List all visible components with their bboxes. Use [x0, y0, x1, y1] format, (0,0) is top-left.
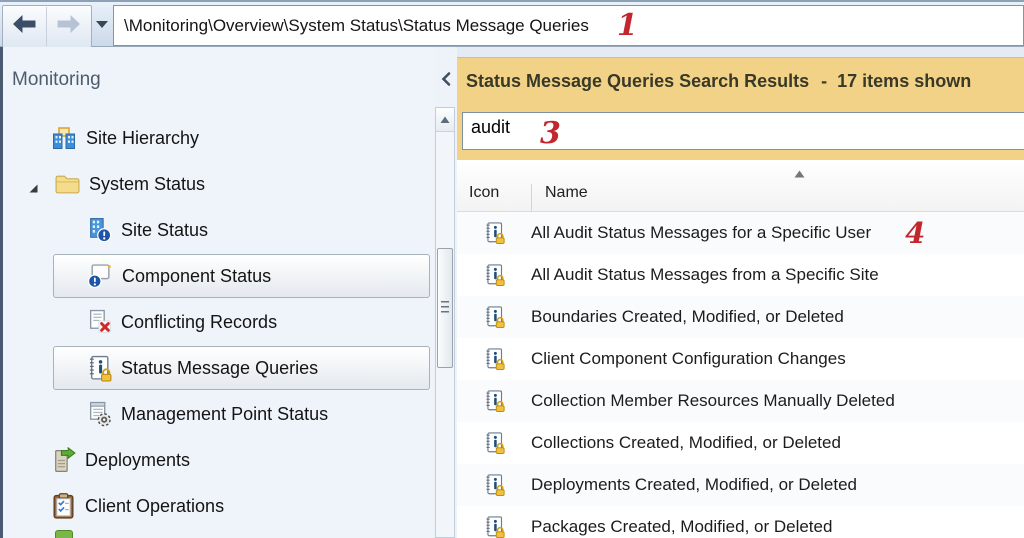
- status-message-query-icon: [457, 305, 531, 329]
- query-name: Deployments Created, Modified, or Delete…: [531, 475, 857, 495]
- annotation-4: 4: [905, 219, 925, 248]
- address-bar[interactable]: \Monitoring\Overview\System Status\Statu…: [113, 5, 1024, 46]
- status-message-queries-icon: [87, 355, 112, 382]
- management-point-status-icon: [87, 401, 112, 427]
- tree-item-label: Site Status: [121, 220, 208, 241]
- query-name: All Audit Status Messages for a Specific…: [531, 223, 871, 243]
- tree-item-component-status[interactable]: Component Status: [3, 253, 434, 299]
- column-header-icon[interactable]: Icon: [469, 184, 499, 202]
- forward-button[interactable]: [47, 7, 90, 46]
- status-message-query-icon: [457, 263, 531, 287]
- triangle-up-icon: [440, 111, 450, 129]
- tree-item-label: Component Status: [122, 266, 271, 287]
- table-header: Icon Name: [457, 160, 1024, 212]
- main-area: Monitoring: [0, 47, 1024, 538]
- query-name: Collection Member Resources Manually Del…: [531, 391, 895, 411]
- status-message-query-icon: [457, 431, 531, 455]
- deployments-icon: [51, 447, 76, 474]
- annotation-1: 1: [617, 11, 638, 41]
- status-message-query-icon: [457, 515, 531, 538]
- tree-expander-icon[interactable]: [28, 178, 39, 199]
- results-title-text: Status Message Queries Search Results: [466, 71, 809, 91]
- workspace-title: Monitoring: [12, 69, 101, 91]
- table-row[interactable]: Collections Created, Modified, or Delete…: [457, 422, 1024, 464]
- results-table: Icon Name All Audit Status Messages for …: [457, 160, 1024, 538]
- search-value: audit: [471, 117, 510, 138]
- chevron-left-icon: [440, 71, 452, 92]
- query-name: Client Component Configuration Changes: [531, 349, 846, 369]
- tree-item-label: Deployments: [85, 450, 190, 471]
- results-pane: Status Message Queries Search Results-17…: [457, 47, 1024, 538]
- results-header: Status Message Queries Search Results-17…: [457, 58, 1024, 92]
- forward-arrow-icon: [55, 12, 82, 41]
- thumb-grip-icon: [441, 301, 449, 313]
- tree-item-deployments[interactable]: Deployments: [3, 437, 434, 483]
- annotation-3: 3: [540, 119, 561, 149]
- results-title-dash: -: [821, 71, 827, 91]
- query-name: Packages Created, Modified, or Deleted: [531, 517, 832, 537]
- tree-item-label: Client Operations: [85, 496, 224, 517]
- chevron-down-icon: [96, 16, 108, 34]
- tree-item-management-point-status[interactable]: Management Point Status: [3, 391, 434, 437]
- tree-item-site-status[interactable]: Site Status: [3, 207, 434, 253]
- scroll-up-button[interactable]: [436, 108, 454, 132]
- search-input[interactable]: audit 3: [462, 112, 1024, 150]
- query-name: Collections Created, Modified, or Delete…: [531, 433, 841, 453]
- vertical-scrollbar[interactable]: [435, 107, 455, 538]
- query-name: All Audit Status Messages from a Specifi…: [531, 265, 879, 285]
- history-dropdown-button[interactable]: [94, 19, 110, 31]
- table-row[interactable]: Packages Created, Modified, or Deleted: [457, 506, 1024, 538]
- partial-tree-item-icon: [55, 530, 73, 538]
- tree-item-client-operations[interactable]: Client Operations: [3, 483, 434, 529]
- tree-item-label: Site Hierarchy: [86, 128, 199, 149]
- navigation-toolbar: \Monitoring\Overview\System Status\Statu…: [0, 0, 1024, 47]
- status-message-query-icon: [457, 347, 531, 371]
- table-row[interactable]: All Audit Status Messages for a Specific…: [457, 212, 1024, 254]
- tree-item-label: Status Message Queries: [121, 358, 318, 379]
- component-status-icon: [87, 263, 113, 289]
- tree-item-status-message-queries[interactable]: Status Message Queries 2: [3, 345, 434, 391]
- folder-icon: [55, 174, 80, 195]
- sccm-console-window: \Monitoring\Overview\System Status\Statu…: [0, 0, 1024, 538]
- tree-item-label: Conflicting Records: [121, 312, 277, 333]
- tree-item-conflicting-records[interactable]: Conflicting Records: [3, 299, 434, 345]
- table-row[interactable]: Collection Member Resources Manually Del…: [457, 380, 1024, 422]
- table-row[interactable]: Client Component Configuration Changes: [457, 338, 1024, 380]
- status-message-query-icon: [457, 221, 531, 245]
- tree-item-system-status[interactable]: System Status: [3, 161, 434, 207]
- back-button[interactable]: [3, 7, 47, 46]
- navigation-scroll-column: [434, 47, 457, 538]
- navigation-pane: Monitoring: [0, 47, 434, 538]
- status-message-query-icon: [457, 473, 531, 497]
- status-message-query-icon: [457, 389, 531, 413]
- conflicting-records-icon: [87, 309, 112, 335]
- tree-item-label: Management Point Status: [121, 404, 328, 425]
- column-header-name[interactable]: Name: [545, 184, 588, 202]
- column-divider[interactable]: [531, 184, 532, 211]
- client-operations-icon: [51, 493, 76, 520]
- table-row[interactable]: All Audit Status Messages from a Specifi…: [457, 254, 1024, 296]
- collapse-pane-button[interactable]: [437, 71, 455, 91]
- query-name: Boundaries Created, Modified, or Deleted: [531, 307, 844, 327]
- back-arrow-icon: [11, 12, 38, 41]
- site-status-icon: [87, 217, 112, 243]
- table-row[interactable]: Boundaries Created, Modified, or Deleted: [457, 296, 1024, 338]
- scrollbar-thumb[interactable]: [437, 248, 453, 368]
- tree-item-site-hierarchy[interactable]: Site Hierarchy: [3, 115, 434, 161]
- results-count: 17 items shown: [837, 71, 971, 91]
- sort-ascending-icon[interactable]: [794, 165, 805, 183]
- history-buttons: [2, 5, 92, 48]
- breadcrumb: \Monitoring\Overview\System Status\Statu…: [124, 16, 589, 36]
- results-top-strip: [457, 47, 1024, 58]
- site-hierarchy-icon: [51, 126, 77, 151]
- table-row[interactable]: Deployments Created, Modified, or Delete…: [457, 464, 1024, 506]
- navigation-tree: Site Hierarchy System Status: [3, 115, 434, 529]
- tree-item-label: System Status: [89, 174, 205, 195]
